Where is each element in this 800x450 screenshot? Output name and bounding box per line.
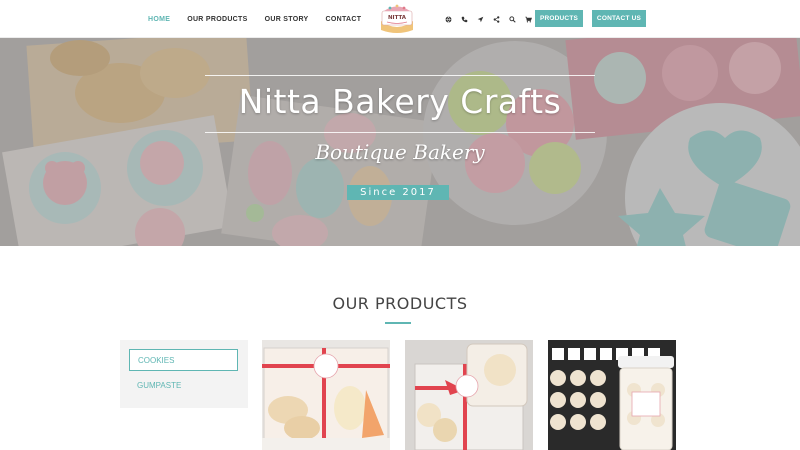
nav-link-our-story[interactable]: OUR STORY (265, 16, 309, 23)
gift-box-image (405, 340, 533, 450)
location-arrow-icon[interactable] (476, 15, 484, 23)
top-navbar: HOME OUR PRODUCTS OUR STORY CONTACT NITT… (0, 0, 800, 38)
hero-top-rule (205, 75, 595, 76)
svg-text:NITTA: NITTA (388, 15, 407, 21)
heading-underline (385, 322, 411, 324)
products-button[interactable]: PRODUCTS (535, 10, 583, 27)
category-filter-panel: COOKIES GUMPASTE (120, 340, 248, 408)
share-icon[interactable] (492, 15, 500, 23)
filter-cookies[interactable]: COOKIES (129, 349, 238, 371)
hero-title: Nitta Bakery Crafts (238, 82, 562, 121)
nitta-logo[interactable]: NITTA (378, 3, 416, 35)
nav-links: HOME OUR PRODUCTS OUR STORY CONTACT (148, 0, 361, 38)
phone-icon[interactable] (460, 15, 468, 23)
search-icon[interactable] (508, 15, 516, 23)
hero-subtitle: Boutique Bakery (315, 140, 485, 164)
cart-icon[interactable] (524, 15, 532, 23)
hero-bottom-rule (205, 132, 595, 133)
filter-gumpaste[interactable]: GUMPASTE (129, 374, 238, 396)
cookie-box-image (262, 340, 390, 450)
globe-icon[interactable] (444, 15, 452, 23)
nav-link-contact[interactable]: CONTACT (326, 16, 362, 23)
product-card-cookie-jar[interactable] (548, 340, 676, 450)
hero-banner: Nitta Bakery Crafts Boutique Bakery Sinc… (0, 38, 800, 246)
since-badge: Since 2017 (347, 185, 449, 200)
cookie-jar-image (548, 340, 676, 450)
products-heading: OUR PRODUCTS (332, 294, 468, 313)
product-card-cookie-gift-box[interactable] (405, 340, 533, 450)
nav-icons (444, 0, 532, 38)
contact-us-button[interactable]: CONTACT US (592, 10, 646, 27)
product-card-cookie-box[interactable] (262, 340, 390, 450)
nav-link-our-products[interactable]: OUR PRODUCTS (187, 16, 247, 23)
nav-link-home[interactable]: HOME (148, 16, 170, 23)
